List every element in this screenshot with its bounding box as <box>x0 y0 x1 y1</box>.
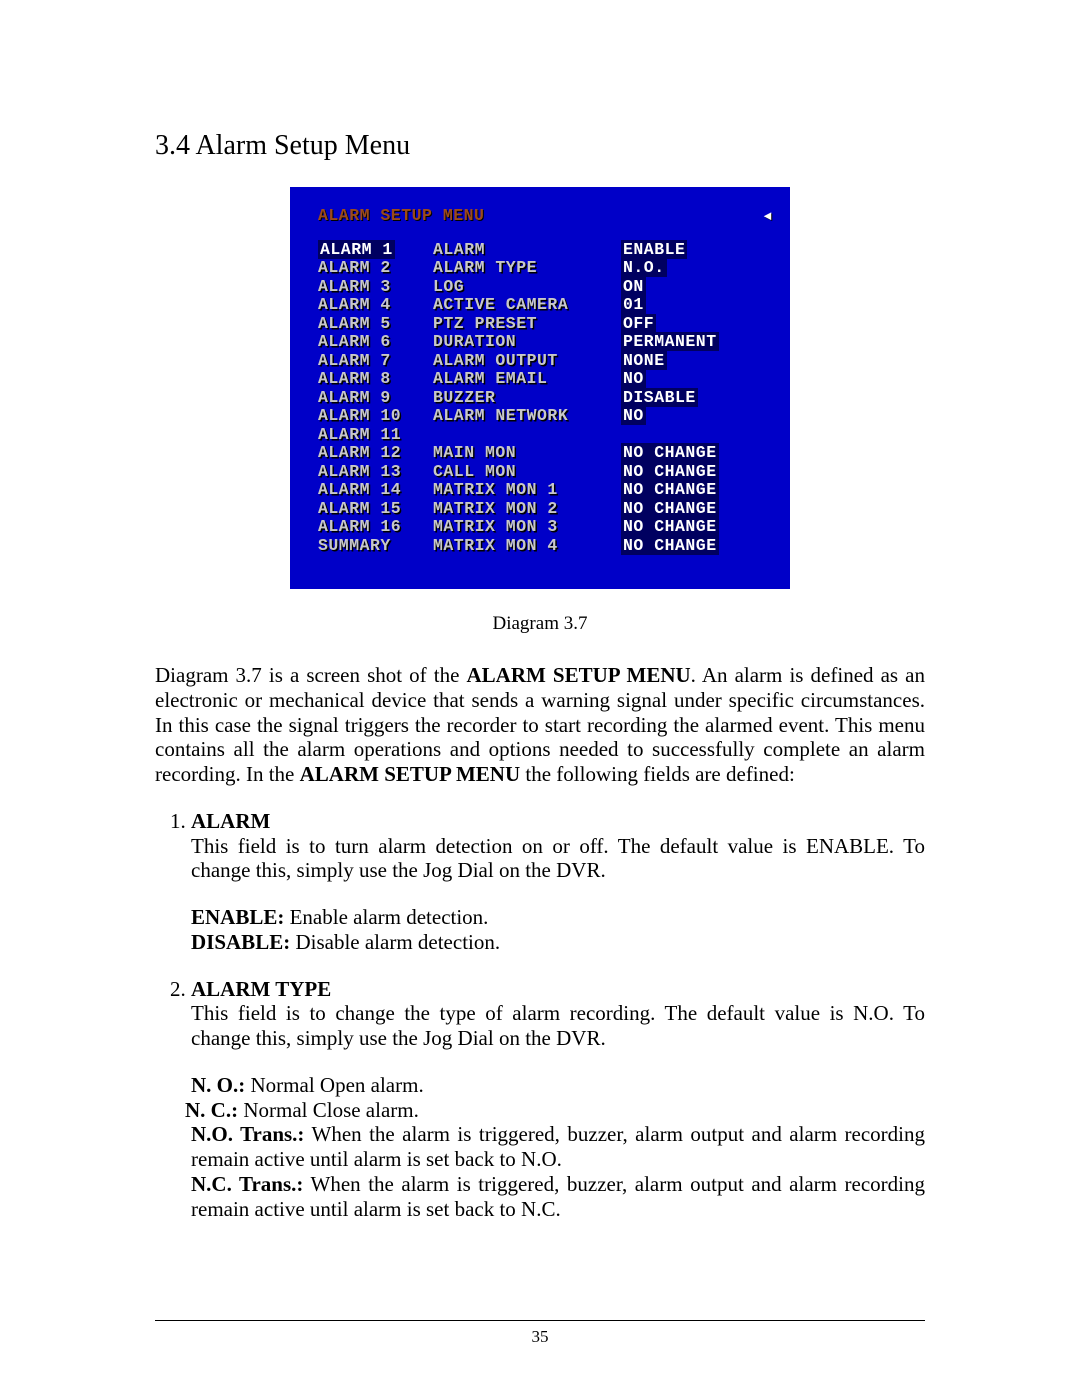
osd-field-value[interactable]: NO CHANGE <box>621 499 719 518</box>
osd-field-label: CALL MON <box>433 463 621 482</box>
osd-left-item[interactable]: ALARM 12 <box>318 444 433 463</box>
osd-field-value[interactable]: ON <box>621 277 646 296</box>
osd-left-item[interactable]: ALARM 2 <box>318 259 433 278</box>
osd-field-value[interactable]: NO CHANGE <box>621 443 719 462</box>
osd-field-label: MATRIX MON 4 <box>433 537 621 556</box>
osd-left-item[interactable]: ALARM 4 <box>318 296 433 315</box>
osd-field-label: MATRIX MON 3 <box>433 518 621 537</box>
osd-field-value[interactable]: NO CHANGE <box>621 536 719 555</box>
figure-caption: Diagram 3.7 <box>155 613 925 635</box>
osd-field-value[interactable]: N.O. <box>621 258 667 277</box>
osd-field-value[interactable]: NO CHANGE <box>621 480 719 499</box>
osd-field-label: BUZZER <box>433 389 621 408</box>
section-heading: 3.4 Alarm Setup Menu <box>155 130 925 162</box>
osd-left-item[interactable]: ALARM 13 <box>318 463 433 482</box>
osd-left-item[interactable]: ALARM 8 <box>318 370 433 389</box>
field-title: ALARM <box>191 809 270 833</box>
osd-left-item[interactable]: ALARM 9 <box>318 389 433 408</box>
osd-field-value[interactable]: NO CHANGE <box>621 517 719 536</box>
osd-table: ALARM 1 ALARMENABLE ALARM 2ALARM TYPEN.O.… <box>318 241 719 556</box>
osd-left-item[interactable]: ALARM 1 <box>318 240 395 259</box>
osd-field-label: ALARM NETWORK <box>433 407 621 426</box>
osd-left-item[interactable]: ALARM 5 <box>318 315 433 334</box>
osd-field-label: ALARM OUTPUT <box>433 352 621 371</box>
osd-field-label: MATRIX MON 2 <box>433 500 621 519</box>
list-item: ALARM This field is to turn alarm detect… <box>191 809 925 955</box>
osd-field-value[interactable]: 01 <box>621 295 646 314</box>
osd-field-value[interactable]: ENABLE <box>621 240 687 259</box>
osd-field-label: ALARM TYPE <box>433 259 621 278</box>
osd-field-value[interactable]: NO <box>621 369 646 388</box>
osd-field-value[interactable]: PERMANENT <box>621 332 719 351</box>
osd-left-item[interactable]: ALARM 11 <box>318 426 433 445</box>
osd-field-label: ALARM EMAIL <box>433 370 621 389</box>
osd-field-label: ALARM <box>433 241 621 260</box>
osd-field-value[interactable]: NO CHANGE <box>621 462 719 481</box>
page-number: 35 <box>0 1327 1080 1347</box>
osd-left-item[interactable]: ALARM 16 <box>318 518 433 537</box>
intro-paragraph: Diagram 3.7 is a screen shot of the ALAR… <box>155 663 925 787</box>
osd-left-item[interactable]: SUMMARY <box>318 537 433 556</box>
footer-rule <box>155 1320 925 1321</box>
osd-field-value[interactable]: DISABLE <box>621 388 698 407</box>
field-body: This field is to turn alarm detection on… <box>191 834 925 884</box>
osd-screenshot: ALARM SETUP MENU ◄ ALARM 1 ALARMENABLE AL… <box>290 187 790 589</box>
osd-field-value[interactable]: NO <box>621 406 646 425</box>
osd-field-label: ACTIVE CAMERA <box>433 296 621 315</box>
osd-field-value[interactable]: NONE <box>621 351 667 370</box>
osd-title: ALARM SETUP MENU <box>318 207 484 226</box>
field-title: ALARM TYPE <box>191 977 331 1001</box>
osd-left-item[interactable]: ALARM 14 <box>318 481 433 500</box>
osd-field-value[interactable]: OFF <box>621 314 656 333</box>
osd-left-item[interactable]: ALARM 10 <box>318 407 433 426</box>
osd-field-label: DURATION <box>433 333 621 352</box>
field-body: This field is to change the type of alar… <box>191 1001 925 1051</box>
osd-left-item[interactable]: ALARM 6 <box>318 333 433 352</box>
osd-field-label: LOG <box>433 278 621 297</box>
osd-left-item[interactable]: ALARM 7 <box>318 352 433 371</box>
back-arrow-icon[interactable]: ◄ <box>764 208 772 227</box>
osd-left-item[interactable]: ALARM 3 <box>318 278 433 297</box>
osd-field-label: PTZ PRESET <box>433 315 621 334</box>
osd-left-item[interactable]: ALARM 15 <box>318 500 433 519</box>
osd-field-label: MAIN MON <box>433 444 621 463</box>
list-item: ALARM TYPE This field is to change the t… <box>191 977 925 1222</box>
osd-field-label: MATRIX MON 1 <box>433 481 621 500</box>
field-list: ALARM This field is to turn alarm detect… <box>155 809 925 1222</box>
